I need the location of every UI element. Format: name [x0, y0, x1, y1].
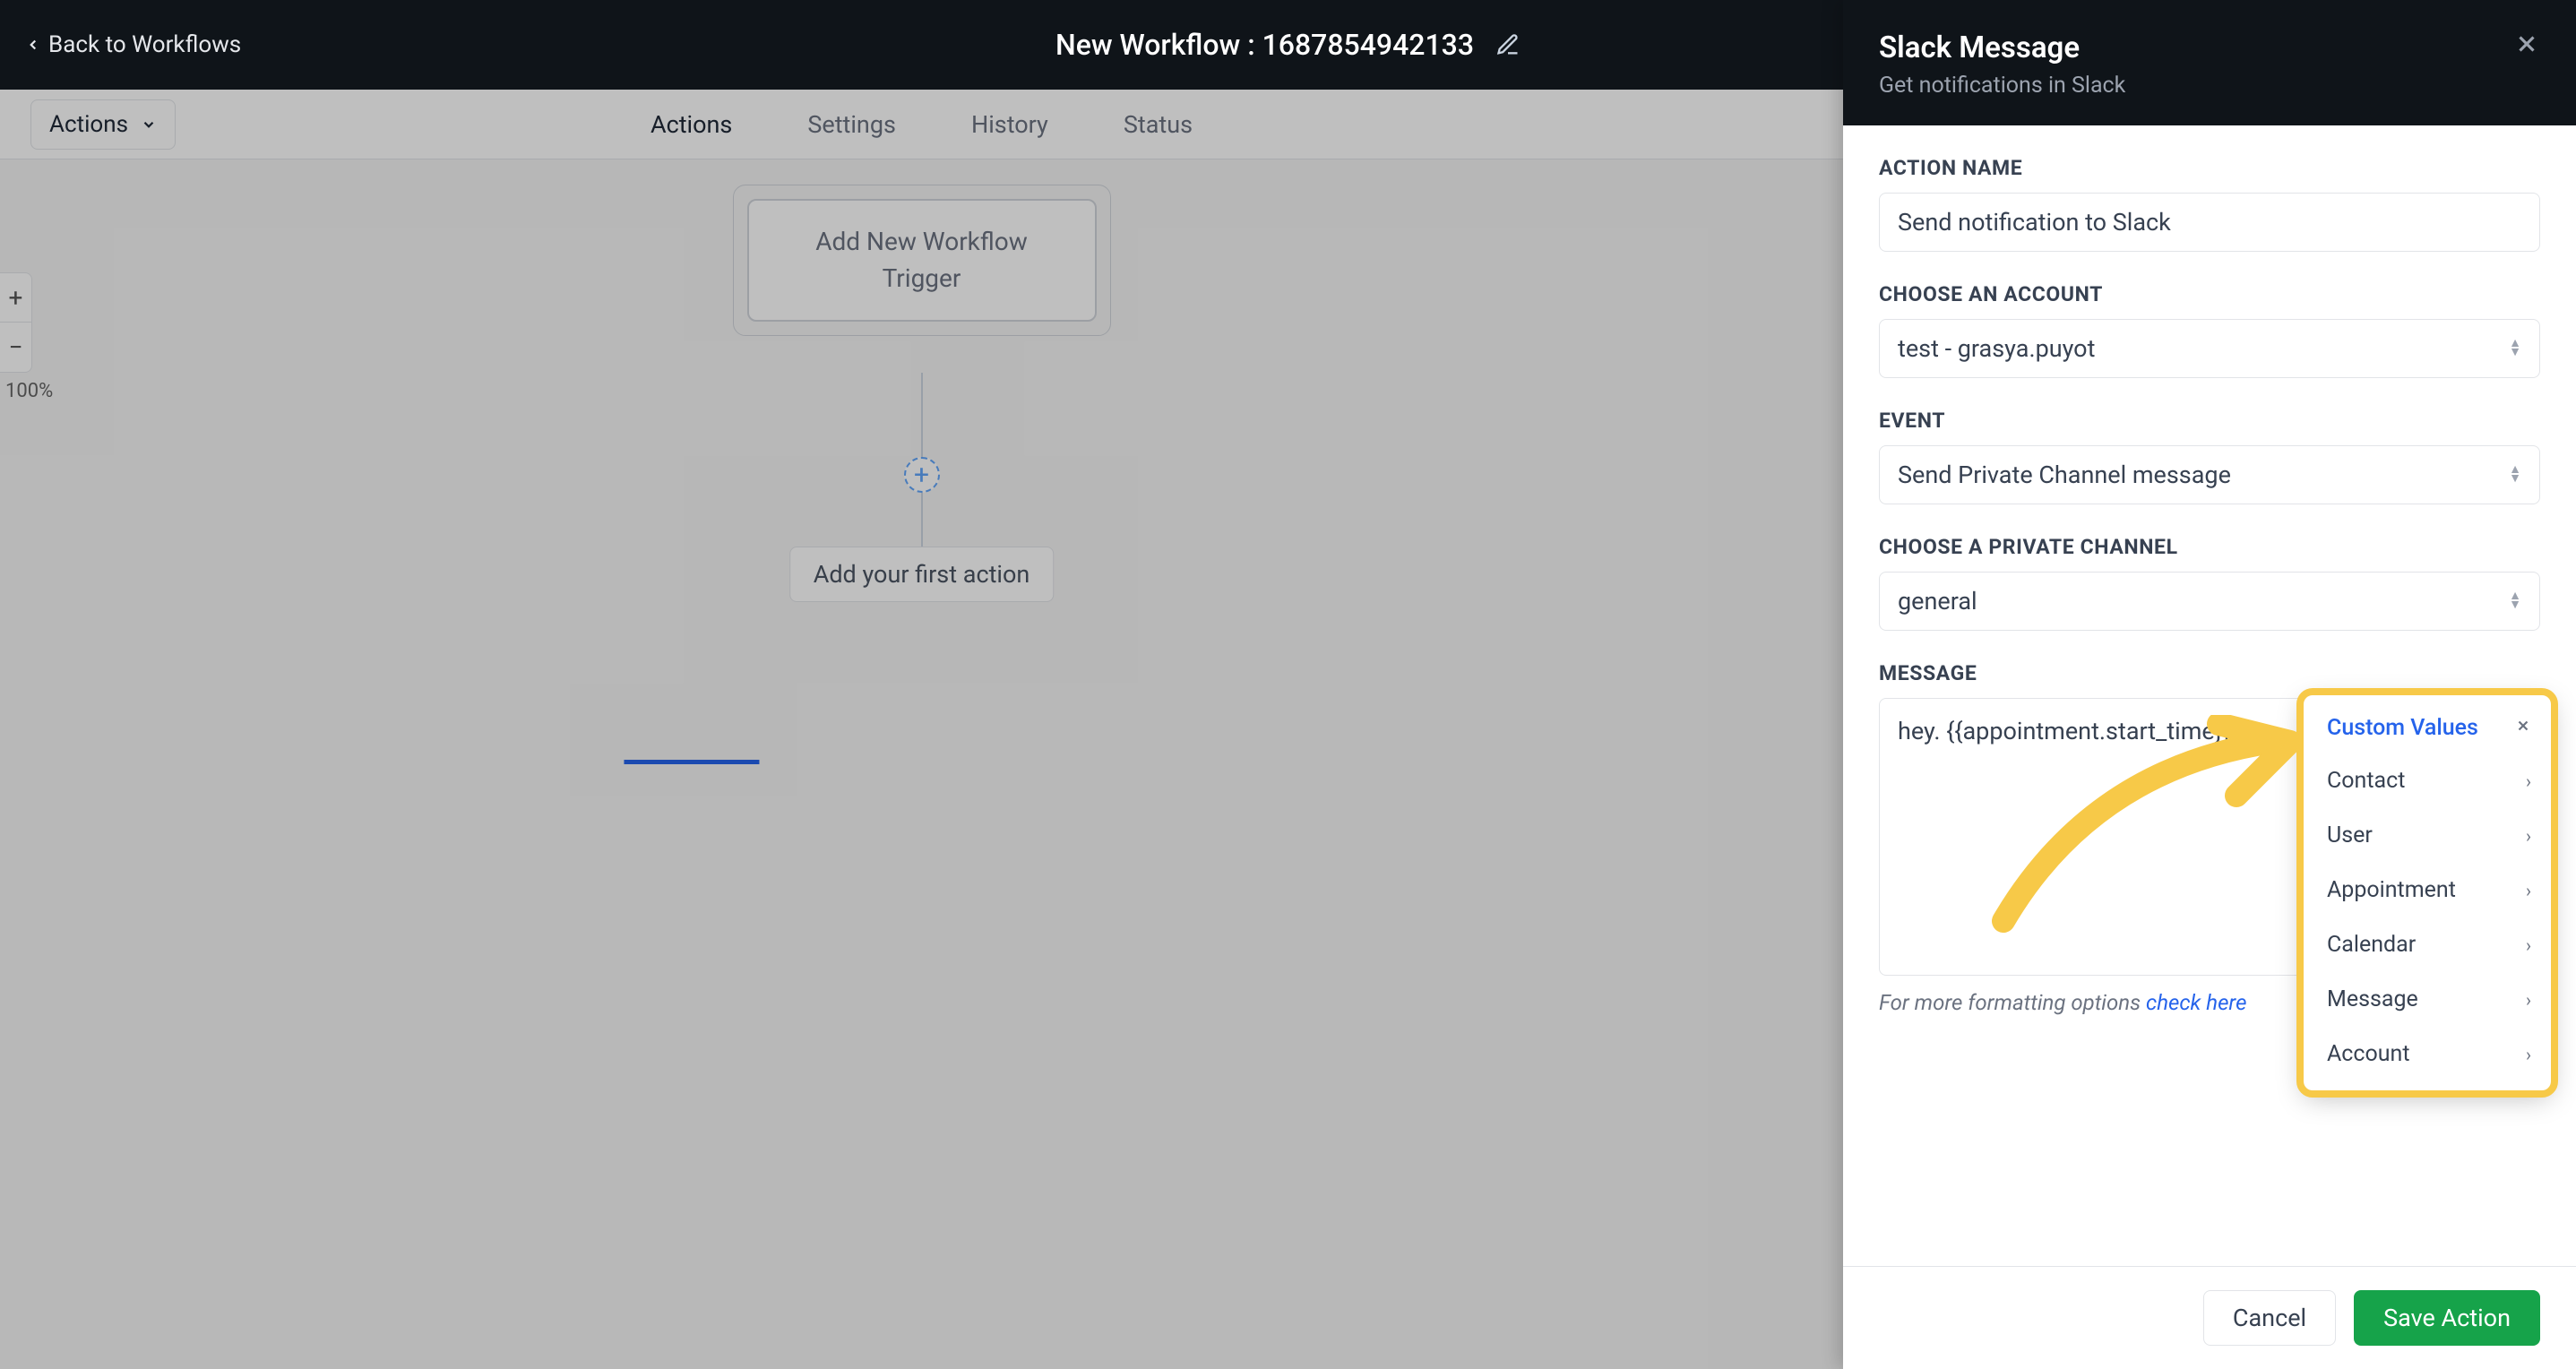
field-channel: CHOOSE A PRIVATE CHANNEL general ▲▼ — [1879, 535, 2540, 631]
cancel-button[interactable]: Cancel — [2203, 1290, 2336, 1346]
panel-footer: Cancel Save Action — [1843, 1266, 2576, 1369]
event-value: Send Private Channel message — [1898, 461, 2231, 489]
select-chevrons-icon: ▲▼ — [2509, 340, 2521, 357]
workflow-canvas: Actions Actions Settings History Status … — [0, 90, 1843, 1369]
channel-select[interactable]: general ▲▼ — [1879, 572, 2540, 631]
add-node-button[interactable]: + — [904, 457, 940, 493]
chevron-right-icon: › — [2526, 771, 2531, 792]
connector-line — [921, 373, 923, 459]
popover-item-label: Contact — [2327, 768, 2405, 794]
chevron-down-icon — [141, 116, 157, 133]
popover-item-appointment[interactable]: Appointment › — [2304, 863, 2551, 917]
chevron-left-icon — [25, 37, 41, 53]
chevron-right-icon: › — [2526, 825, 2531, 847]
custom-values-popover: Custom Values Contact › User › Appointme… — [2304, 695, 2551, 1090]
action-name-input[interactable] — [1879, 193, 2540, 252]
event-select[interactable]: Send Private Channel message ▲▼ — [1879, 445, 2540, 504]
field-account: CHOOSE AN ACCOUNT test - grasya.puyot ▲▼ — [1879, 282, 2540, 378]
actions-dropdown-label: Actions — [49, 111, 128, 138]
select-chevrons-icon: ▲▼ — [2509, 466, 2521, 484]
connector-line — [921, 493, 923, 547]
canvas-toolbar: Actions Actions Settings History Status — [0, 90, 1843, 159]
popover-title: Custom Values — [2327, 715, 2478, 741]
actions-dropdown[interactable]: Actions — [30, 99, 176, 150]
helper-link[interactable]: check here — [2146, 990, 2246, 1015]
account-value: test - grasya.puyot — [1898, 334, 2095, 363]
chevron-right-icon: › — [2526, 989, 2531, 1011]
chevron-right-icon: › — [2526, 1044, 2531, 1065]
field-event: EVENT Send Private Channel message ▲▼ — [1879, 409, 2540, 504]
panel-header: Slack Message Get notifications in Slack — [1843, 0, 2576, 125]
popover-item-label: Message — [2327, 986, 2418, 1012]
helper-prefix: For more formatting options — [1879, 990, 2146, 1015]
chevron-right-icon: › — [2526, 880, 2531, 901]
field-action-name: ACTION NAME — [1879, 156, 2540, 252]
select-chevrons-icon: ▲▼ — [2509, 592, 2521, 610]
popover-item-user[interactable]: User › — [2304, 808, 2551, 863]
popover-item-message[interactable]: Message › — [2304, 972, 2551, 1027]
popover-item-label: Appointment — [2327, 877, 2456, 903]
account-select[interactable]: test - grasya.puyot ▲▼ — [1879, 319, 2540, 378]
chevron-right-icon: › — [2526, 934, 2531, 956]
channel-label: CHOOSE A PRIVATE CHANNEL — [1879, 535, 2540, 559]
popover-item-calendar[interactable]: Calendar › — [2304, 917, 2551, 972]
popover-header: Custom Values — [2304, 702, 2551, 753]
popover-item-account[interactable]: Account › — [2304, 1027, 2551, 1081]
message-label: MESSAGE — [1879, 661, 1977, 685]
save-action-button[interactable]: Save Action — [2354, 1290, 2540, 1346]
first-action-hint[interactable]: Add your first action — [789, 547, 1055, 602]
pencil-icon[interactable] — [1495, 32, 1521, 57]
close-icon — [2515, 718, 2531, 734]
popover-item-label: Account — [2327, 1041, 2410, 1067]
close-icon — [2513, 30, 2540, 57]
back-label: Back to Workflows — [48, 31, 241, 58]
panel-title: Slack Message — [1879, 30, 2125, 65]
account-label: CHOOSE AN ACCOUNT — [1879, 282, 2540, 306]
popover-item-label: Calendar — [2327, 932, 2416, 958]
flow-area: Add New Workflow Trigger + Add your firs… — [0, 159, 1843, 1369]
add-trigger-box[interactable]: Add New Workflow Trigger — [747, 199, 1097, 322]
popover-item-label: User — [2327, 822, 2373, 848]
action-config-panel: Slack Message Get notifications in Slack… — [1843, 0, 2576, 1369]
close-panel-button[interactable] — [2513, 30, 2540, 63]
panel-subtitle: Get notifications in Slack — [1879, 73, 2125, 99]
event-label: EVENT — [1879, 409, 2540, 433]
action-name-label: ACTION NAME — [1879, 156, 2540, 180]
popover-close-button[interactable] — [2515, 717, 2531, 739]
channel-value: general — [1898, 587, 1977, 616]
back-to-workflows-link[interactable]: Back to Workflows — [25, 0, 241, 90]
popover-item-contact[interactable]: Contact › — [2304, 753, 2551, 808]
